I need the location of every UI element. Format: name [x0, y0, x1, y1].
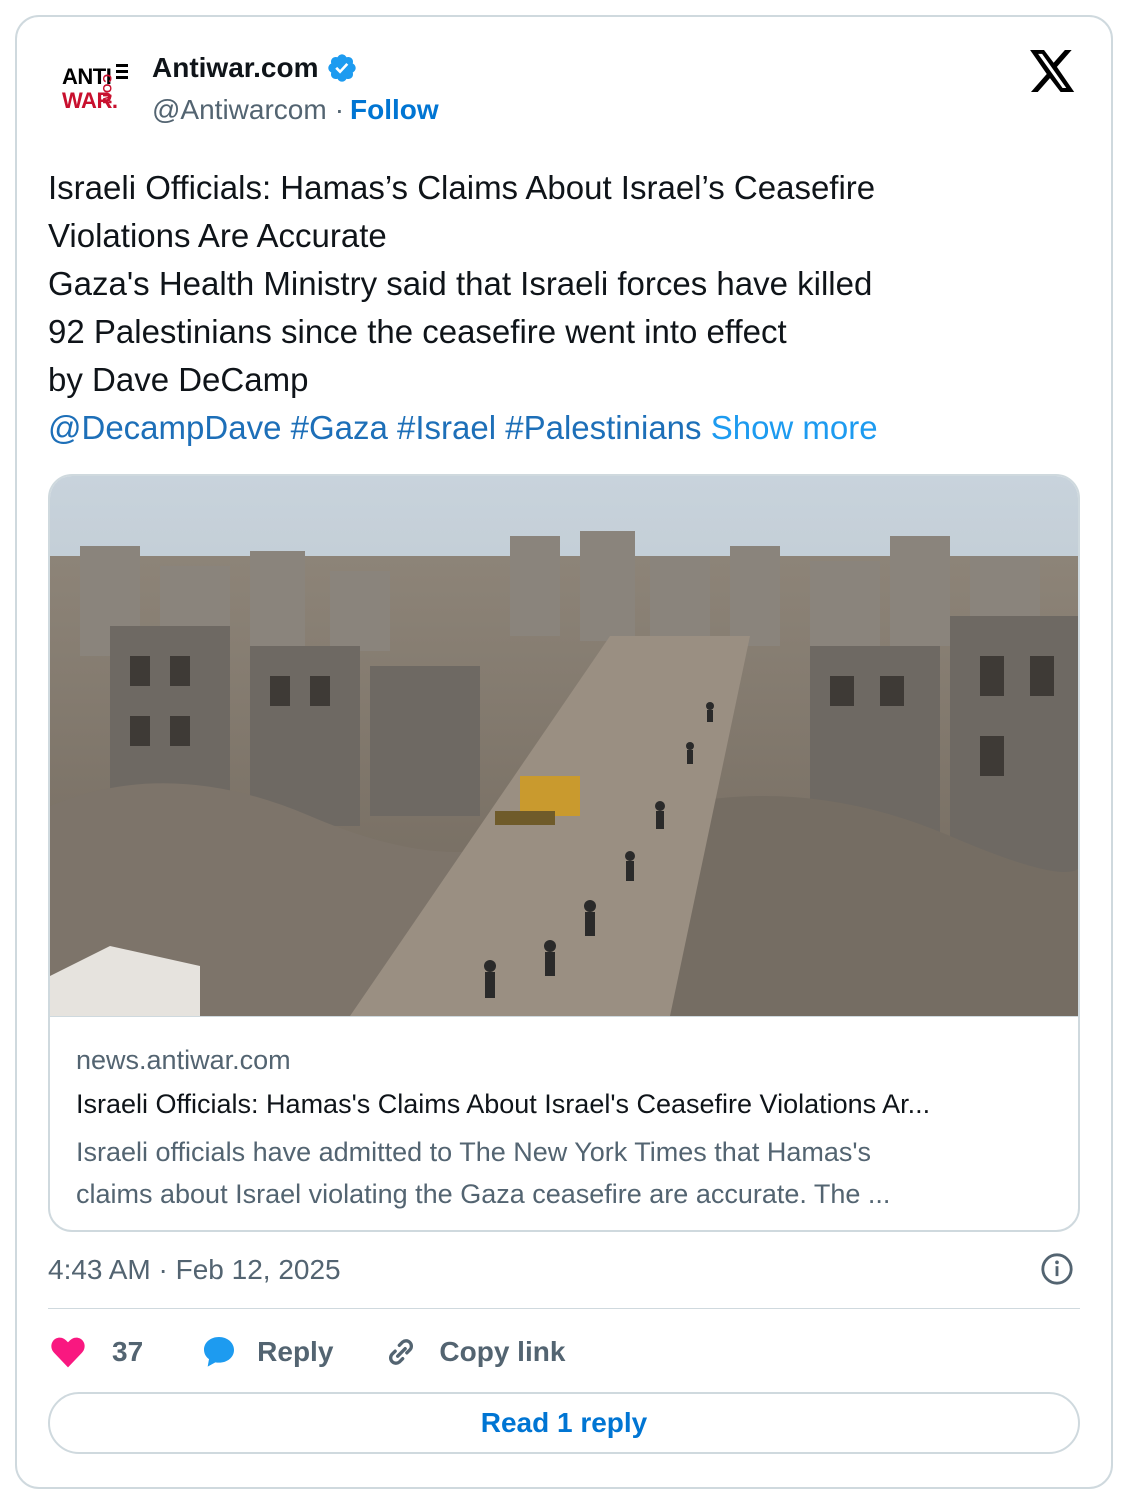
avatar-bars	[116, 64, 128, 82]
tweet-text: Israeli Officials: Hamas’s Claims About …	[48, 164, 1058, 452]
author-display-name[interactable]: Antiwar.com	[152, 52, 318, 84]
reply-button[interactable]: Reply	[199, 1332, 333, 1372]
link-description-line: Israeli officials have admitted to The N…	[76, 1137, 872, 1167]
reply-bubble-icon	[204, 1337, 235, 1367]
avatar[interactable]: ANTI WAR. COM	[44, 44, 140, 140]
x-logo-icon[interactable]	[1030, 50, 1076, 92]
read-replies-button[interactable]: Read 1 reply	[48, 1392, 1080, 1454]
hashtag-link[interactable]: #Gaza	[291, 409, 388, 446]
tweet-timestamp[interactable]: 4:43 AM · Feb 12, 2025	[48, 1254, 341, 1286]
author-name-row: Antiwar.com	[152, 52, 358, 84]
hashtag-link[interactable]: #Israel	[397, 409, 496, 446]
author-handle-row: @Antiwarcom · Follow	[152, 94, 439, 126]
copy-link-label: Copy link	[439, 1336, 566, 1367]
copy-link-button[interactable]: Copy link	[381, 1332, 565, 1372]
heart-icon	[51, 1337, 85, 1368]
follow-button[interactable]: Follow	[350, 94, 439, 126]
tweet-line: Violations Are Accurate	[48, 217, 387, 254]
link-description: Israeli officials have admitted to The N…	[76, 1131, 1036, 1215]
link-domain: news.antiwar.com	[76, 1045, 291, 1075]
author-handle[interactable]: @Antiwarcom	[152, 94, 327, 126]
link-icon	[389, 1339, 414, 1365]
divider	[48, 1308, 1080, 1309]
mention-link[interactable]: @DecampDave	[48, 409, 281, 446]
link-description-line: claims about Israel violating the Gaza c…	[76, 1179, 891, 1209]
destroyed-city-photo	[50, 476, 1078, 1016]
info-icon[interactable]	[1040, 1252, 1074, 1286]
tweet-line: by Dave DeCamp	[48, 361, 309, 398]
tweet-line: Gaza's Health Ministry said that Israeli…	[48, 265, 873, 302]
link-preview-card[interactable]: news.antiwar.com Israeli Officials: Hama…	[48, 474, 1080, 1232]
tweet-tags-line: @DecampDave #Gaza #Israel #Palestinians …	[48, 404, 1058, 452]
tweet-actions: 37 Reply Copy link	[48, 1332, 565, 1372]
verified-badge-icon	[328, 54, 357, 82]
avatar-text-com: COM	[100, 74, 114, 105]
show-more-link[interactable]: Show more	[711, 409, 878, 446]
tweet-line: 92 Palestinians since the ceasefire went…	[48, 313, 787, 350]
separator-dot: ·	[334, 94, 345, 125]
tweet-line: Israeli Officials: Hamas’s Claims About …	[48, 169, 876, 206]
like-button[interactable]: 37	[48, 1332, 143, 1372]
hashtag-link[interactable]: #Palestinians	[505, 409, 701, 446]
link-title[interactable]: Israeli Officials: Hamas's Claims About …	[76, 1089, 930, 1120]
reply-label: Reply	[257, 1336, 334, 1367]
like-count: 37	[112, 1336, 144, 1367]
link-card-meta: news.antiwar.com Israeli Officials: Hama…	[50, 1016, 1078, 1209]
